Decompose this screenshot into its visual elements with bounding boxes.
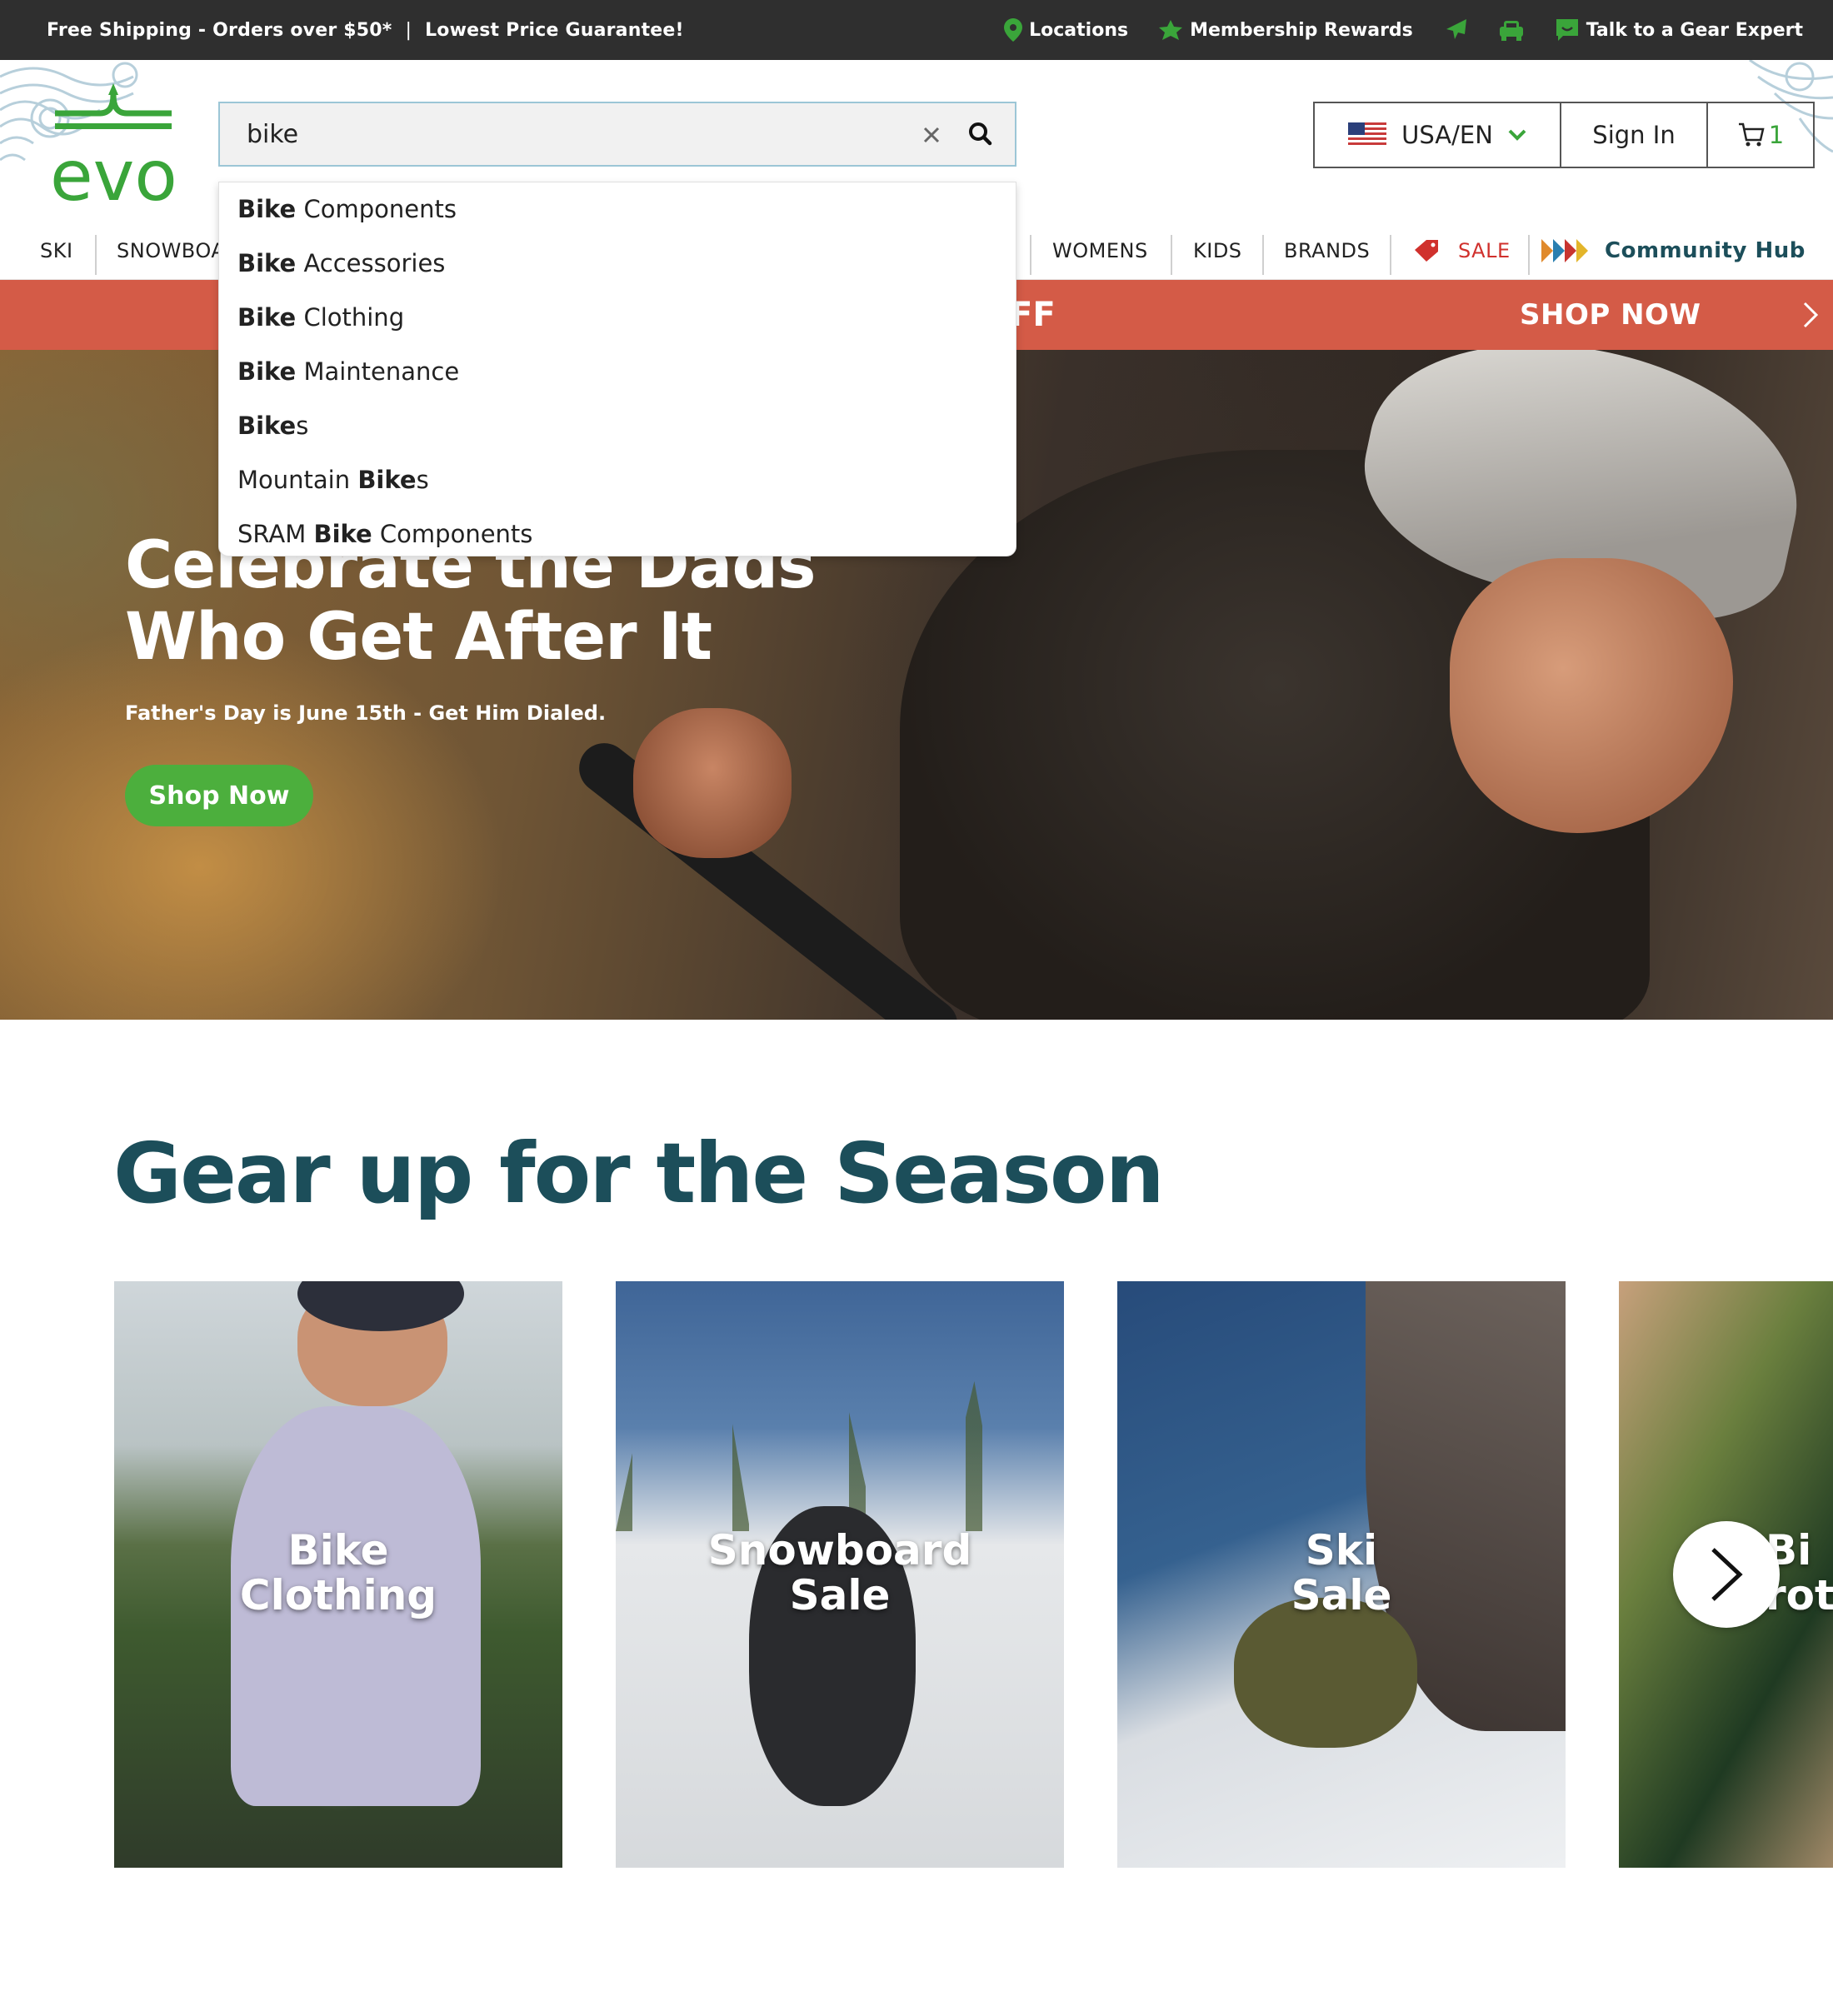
chat-icon bbox=[1556, 19, 1578, 41]
cart-button[interactable]: 1 bbox=[1708, 103, 1813, 167]
suggestion-item[interactable]: Bike Maintenance bbox=[237, 355, 459, 388]
search-bar[interactable]: bike bbox=[218, 102, 1016, 167]
card-label: Snowboard Sale bbox=[616, 1528, 1064, 1618]
suggestion-item[interactable]: Bike s bbox=[237, 409, 308, 442]
suggestion-match: Bike bbox=[357, 466, 417, 494]
nav-divider bbox=[1528, 235, 1530, 275]
suggestion-item[interactable]: Bike Accessories bbox=[237, 247, 445, 280]
hero-image-hand bbox=[633, 708, 792, 858]
card-label-line: Clothing bbox=[239, 1571, 437, 1619]
suggestion-match: Bike bbox=[237, 357, 297, 386]
evo-logo-mark: evo bbox=[50, 83, 177, 217]
nav-item-sale[interactable]: SALE bbox=[1413, 235, 1511, 267]
promo-shipping[interactable]: Free Shipping - Orders over $50* bbox=[47, 20, 392, 41]
card-label-line: Sale bbox=[789, 1571, 891, 1619]
nav-divider bbox=[1262, 235, 1264, 275]
category-card-bike-clothing[interactable]: Bike Clothing bbox=[114, 1281, 562, 1868]
suggestion-prefix: Mountain bbox=[237, 466, 358, 494]
nav-divider bbox=[1171, 235, 1172, 275]
card-label-line: Sale bbox=[1291, 1571, 1392, 1619]
card-label-line: Snowboard bbox=[707, 1526, 972, 1574]
suggestion-item[interactable]: Mountain Bike s bbox=[237, 463, 429, 497]
section-title: Gear up for the Season bbox=[113, 1125, 1165, 1222]
locale-label: USA/EN bbox=[1401, 121, 1493, 149]
suggestion-match: Bike bbox=[237, 303, 297, 332]
suggestion-match: Bike bbox=[237, 249, 297, 277]
nav-divider bbox=[1030, 235, 1031, 275]
talk-to-expert-link[interactable]: Talk to a Gear Expert bbox=[1555, 17, 1803, 42]
nav-item-brands[interactable]: BRANDS bbox=[1284, 235, 1370, 267]
promo-price-guarantee[interactable]: Lowest Price Guarantee! bbox=[425, 20, 684, 41]
nav-sale-label: SALE bbox=[1458, 239, 1511, 262]
chevron-right-icon bbox=[1711, 1548, 1743, 1601]
cart-count: 1 bbox=[1768, 121, 1785, 149]
suggestion-match: Bike bbox=[237, 412, 297, 440]
locale-selector[interactable]: USA/EN bbox=[1315, 103, 1561, 167]
card-image bbox=[1234, 1598, 1417, 1748]
chevron-right-icon[interactable] bbox=[1801, 300, 1821, 330]
membership-label: Membership Rewards bbox=[1190, 19, 1413, 41]
suggestion-match: Bike bbox=[237, 195, 297, 223]
promo-separator: | bbox=[405, 19, 412, 41]
nav-item-community-hub[interactable]: Community Hub bbox=[1541, 235, 1806, 267]
nav-divider bbox=[95, 235, 97, 275]
leaf-icon bbox=[1159, 20, 1183, 40]
suggestion-rest: Components bbox=[296, 195, 457, 223]
suggestion-prefix: SRAM bbox=[237, 520, 314, 548]
suggestion-item[interactable]: Bike Components bbox=[237, 192, 457, 226]
category-card-snowboard-sale[interactable]: Snowboard Sale bbox=[616, 1281, 1064, 1868]
card-label: Ski Sale bbox=[1117, 1528, 1566, 1618]
search-icon[interactable] bbox=[965, 118, 996, 150]
price-tag-icon bbox=[1415, 240, 1438, 262]
clear-search-icon[interactable] bbox=[916, 120, 946, 150]
suggestion-item[interactable]: SRAM Bike Components bbox=[237, 517, 532, 551]
promo-text: Free Shipping - Orders over $50* | Lowes… bbox=[47, 0, 684, 60]
logo-text: evo bbox=[50, 135, 177, 208]
card-label: Bike Clothing bbox=[114, 1528, 562, 1618]
map-pin-icon bbox=[1004, 18, 1023, 42]
travel-link[interactable] bbox=[1443, 17, 1468, 42]
category-card-ski-sale[interactable]: Ski Sale bbox=[1117, 1281, 1566, 1868]
top-utility-bar: Free Shipping - Orders over $50* | Lowes… bbox=[0, 0, 1833, 60]
us-flag-icon bbox=[1348, 122, 1387, 147]
hero-subtitle: Father's Day is June 15th - Get Him Dial… bbox=[125, 701, 607, 725]
card-label-line: Ski bbox=[1305, 1526, 1378, 1574]
nav-item-womens[interactable]: WOMENS bbox=[1052, 235, 1148, 267]
sale-banner-text: FF bbox=[1010, 296, 1056, 334]
card-label-line: Bike bbox=[287, 1526, 389, 1574]
nav-item-kids[interactable]: KIDS bbox=[1193, 235, 1242, 267]
carousel-next-button[interactable] bbox=[1673, 1521, 1780, 1628]
account-controls: USA/EN Sign In 1 bbox=[1313, 102, 1815, 168]
community-hub-icon bbox=[1541, 239, 1588, 262]
nav-item-ski[interactable]: SKI bbox=[40, 235, 73, 267]
suggestion-rest: s bbox=[296, 412, 309, 440]
suggestion-match: Bike bbox=[313, 520, 372, 548]
suggestion-rest: s bbox=[416, 466, 429, 494]
suggestion-rest: Components bbox=[372, 520, 533, 548]
nav-divider bbox=[1390, 235, 1391, 275]
sale-banner-shop-now[interactable]: SHOP NOW bbox=[1520, 280, 1701, 350]
sign-in-button[interactable]: Sign In bbox=[1561, 103, 1708, 167]
suggestion-rest: Accessories bbox=[296, 249, 446, 277]
delivery-link[interactable] bbox=[1498, 18, 1525, 42]
talk-expert-label: Talk to a Gear Expert bbox=[1586, 19, 1803, 41]
locations-label: Locations bbox=[1029, 19, 1129, 41]
community-hub-label: Community Hub bbox=[1605, 238, 1806, 263]
chevron-down-icon bbox=[1508, 129, 1526, 141]
hero-image-face bbox=[1450, 558, 1733, 833]
car-icon bbox=[1499, 21, 1523, 41]
utility-links: Locations Membership Rewards Talk to a G… bbox=[1004, 0, 1803, 60]
membership-rewards-link[interactable]: Membership Rewards bbox=[1158, 20, 1413, 41]
search-input[interactable]: bike bbox=[247, 103, 298, 165]
search-suggestions: Bike Components Bike Accessories Bike Cl… bbox=[218, 182, 1016, 556]
locations-link[interactable]: Locations bbox=[1004, 18, 1128, 42]
nav-item-snowboard[interactable]: SNOWBOA bbox=[117, 235, 225, 267]
evo-logo[interactable]: evo bbox=[47, 83, 188, 217]
cart-icon bbox=[1738, 122, 1765, 147]
hero-shop-now-button[interactable]: Shop Now bbox=[125, 765, 313, 826]
plane-icon bbox=[1446, 19, 1466, 39]
suggestion-item[interactable]: Bike Clothing bbox=[237, 301, 404, 334]
suggestion-rest: Clothing bbox=[296, 303, 405, 332]
suggestion-rest: Maintenance bbox=[296, 357, 460, 386]
